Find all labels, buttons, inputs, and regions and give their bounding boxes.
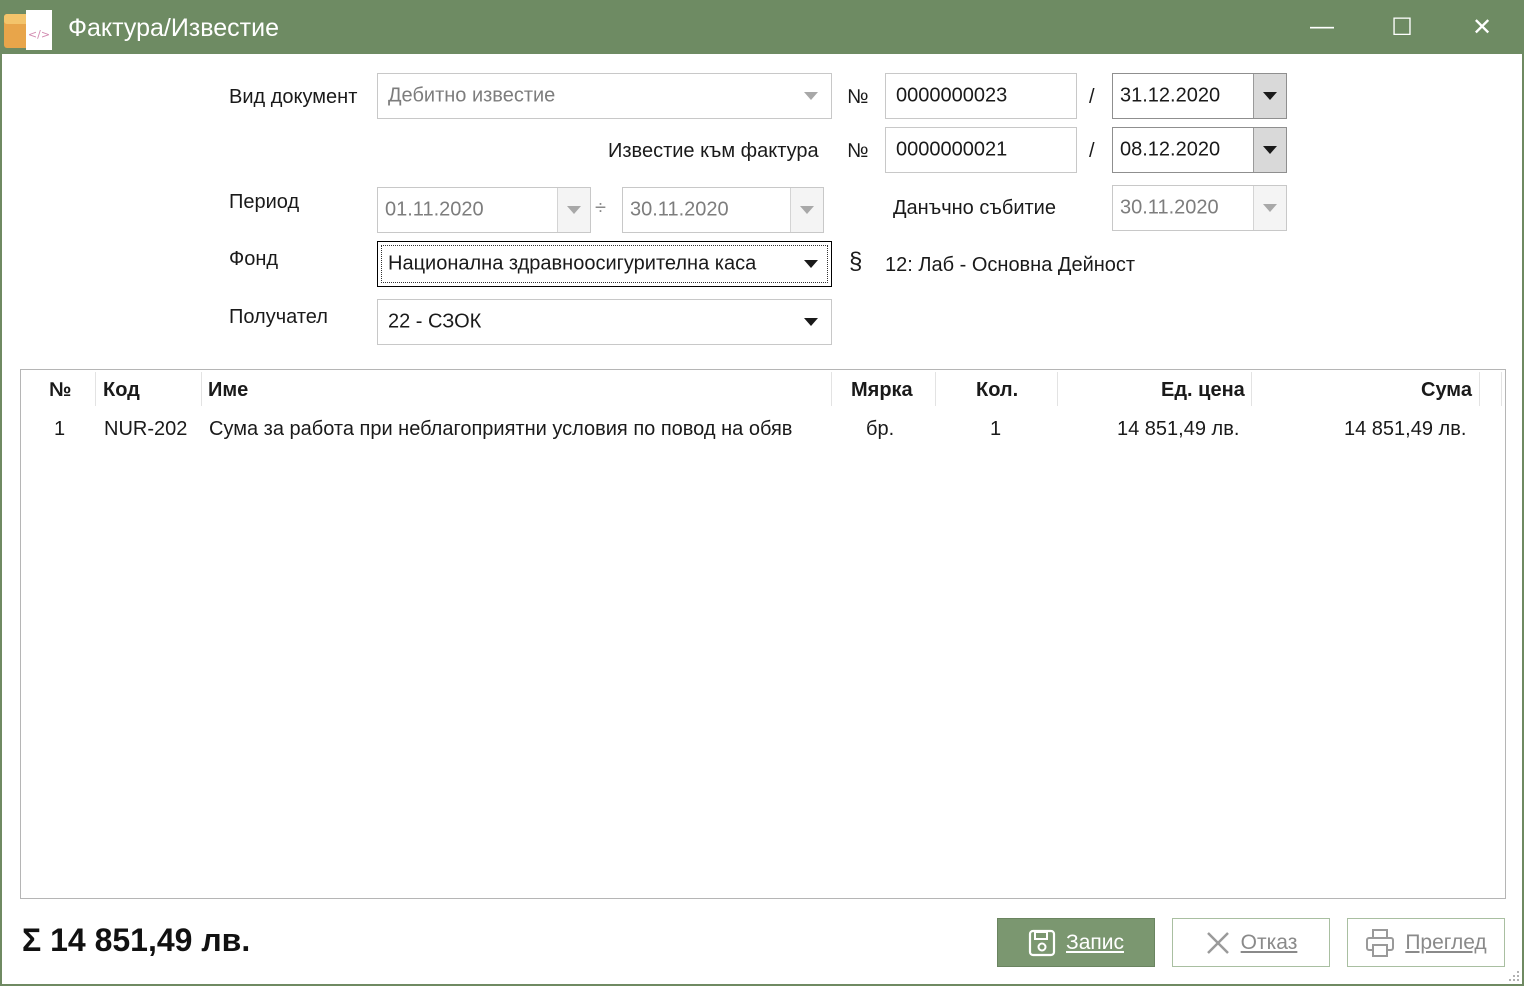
column-header-unit[interactable]: Мярка [851, 374, 913, 406]
column-header-sum[interactable]: Сума [1421, 374, 1472, 406]
doc-type-combo[interactable]: Дебитно известие [377, 73, 832, 119]
cell-sum: 14 851,49 лв. [1344, 418, 1467, 440]
total-value: 14 851,49 лв. [50, 922, 251, 958]
paragraph-sign: § [849, 248, 863, 275]
column-header-name[interactable]: Име [208, 374, 248, 406]
floppy-disk-icon [1028, 929, 1056, 956]
number-sign: № [847, 86, 869, 108]
preview-button[interactable]: Преглед [1347, 918, 1505, 967]
tax-event-label: Данъчно събитие [893, 197, 1056, 219]
cell-name: Сума за работа при неблагоприятни услови… [209, 418, 793, 440]
period-from-value: 01.11.2020 [385, 198, 484, 221]
minimize-button[interactable]: — [1282, 0, 1362, 54]
date-dropdown-button[interactable] [1253, 186, 1286, 230]
cancel-label: Отказ [1240, 930, 1298, 954]
maximize-icon: ☐ [1391, 13, 1413, 41]
title-bar: </> Фактура/Известие — ☐ ✕ [0, 0, 1524, 54]
recipient-value: 22 - СЗОК [388, 310, 482, 333]
sigma-icon: Σ [22, 922, 42, 958]
period-from-picker[interactable]: 01.11.2020 [377, 187, 591, 233]
invoice-window: </> Фактура/Известие — ☐ ✕ Вид документ … [0, 0, 1524, 986]
chevron-down-icon [800, 206, 814, 214]
doc-date-picker[interactable]: 31.12.2020 [1112, 73, 1287, 119]
invoice-date-value: 08.12.2020 [1120, 138, 1221, 161]
app-icon: </> [4, 8, 54, 52]
paragraph-value: 12: Лаб - Основна Дейност [885, 254, 1136, 276]
period-label: Период [229, 191, 300, 213]
date-dropdown-button[interactable] [790, 188, 823, 232]
invoice-ref-label: Известие към фактура [608, 140, 819, 162]
recipient-combo[interactable]: 22 - СЗОК [377, 299, 832, 345]
chevron-down-icon [1263, 146, 1277, 154]
period-to-value: 30.11.2020 [630, 198, 729, 221]
chevron-down-icon [567, 206, 581, 214]
invoice-number-value: 0000000021 [896, 138, 1008, 161]
number-sign-2: № [847, 140, 869, 162]
x-icon [1206, 931, 1229, 954]
close-icon: ✕ [1471, 13, 1493, 41]
tax-event-date-value: 30.11.2020 [1120, 196, 1219, 219]
date-dropdown-button[interactable] [557, 188, 590, 232]
doc-type-label: Вид документ [229, 86, 358, 108]
maximize-button[interactable]: ☐ [1362, 0, 1442, 54]
client-area: Вид документ Дебитно известие № 00000000… [2, 54, 1522, 984]
invoice-number-field[interactable]: 0000000021 [885, 127, 1077, 173]
total-amount: Σ 14 851,49 лв. [22, 922, 250, 959]
fund-value: Национална здравноосигурителна каса [388, 252, 757, 275]
svg-text:</>: </> [28, 28, 50, 41]
printer-icon [1366, 928, 1395, 957]
resize-grip-icon[interactable] [1508, 970, 1520, 982]
recipient-label: Получател [229, 306, 328, 328]
doc-date-value: 31.12.2020 [1120, 84, 1221, 107]
cell-qty: 1 [990, 418, 1002, 440]
minimize-icon: — [1310, 13, 1334, 40]
items-table[interactable]: № Код Име Мярка Кол. Ед. цена Сума 1 NUR… [20, 369, 1506, 899]
column-header-unit-price[interactable]: Ед. цена [1161, 374, 1245, 406]
chevron-down-icon [791, 74, 831, 118]
slash-separator: / [1089, 86, 1095, 108]
doc-number-field[interactable]: 0000000023 [885, 73, 1077, 119]
cell-no: 1 [54, 418, 66, 440]
column-header-no[interactable]: № [49, 374, 71, 406]
chevron-down-icon [791, 300, 831, 344]
tax-event-date-picker[interactable]: 30.11.2020 [1112, 185, 1287, 231]
fund-combo[interactable]: Национална здравноосигурителна каса [377, 241, 832, 287]
chevron-down-icon [1263, 92, 1277, 100]
date-dropdown-button[interactable] [1253, 128, 1286, 172]
column-header-qty[interactable]: Кол. [976, 374, 1018, 406]
doc-type-value: Дебитно известие [388, 84, 556, 107]
cancel-button[interactable]: Отказ [1172, 918, 1330, 967]
chevron-down-icon [791, 242, 831, 286]
date-dropdown-button[interactable] [1253, 74, 1286, 118]
cell-code: NUR-202 [104, 418, 188, 440]
cell-unit-price: 14 851,49 лв. [1117, 418, 1240, 440]
period-to-picker[interactable]: 30.11.2020 [622, 187, 824, 233]
window-title: Фактура/Известие [68, 14, 279, 42]
invoice-date-picker[interactable]: 08.12.2020 [1112, 127, 1287, 173]
save-button[interactable]: Запис [997, 918, 1155, 967]
save-label: Запис [1066, 930, 1124, 954]
close-button[interactable]: ✕ [1442, 0, 1522, 54]
doc-number-value: 0000000023 [896, 84, 1008, 107]
cell-unit: бр. [866, 418, 895, 440]
chevron-down-icon [1263, 204, 1277, 212]
column-header-code[interactable]: Код [103, 374, 140, 406]
period-separator: ÷ [595, 197, 606, 219]
preview-label: Преглед [1405, 930, 1487, 954]
fund-label: Фонд [229, 248, 279, 270]
slash-separator-2: / [1089, 140, 1095, 162]
